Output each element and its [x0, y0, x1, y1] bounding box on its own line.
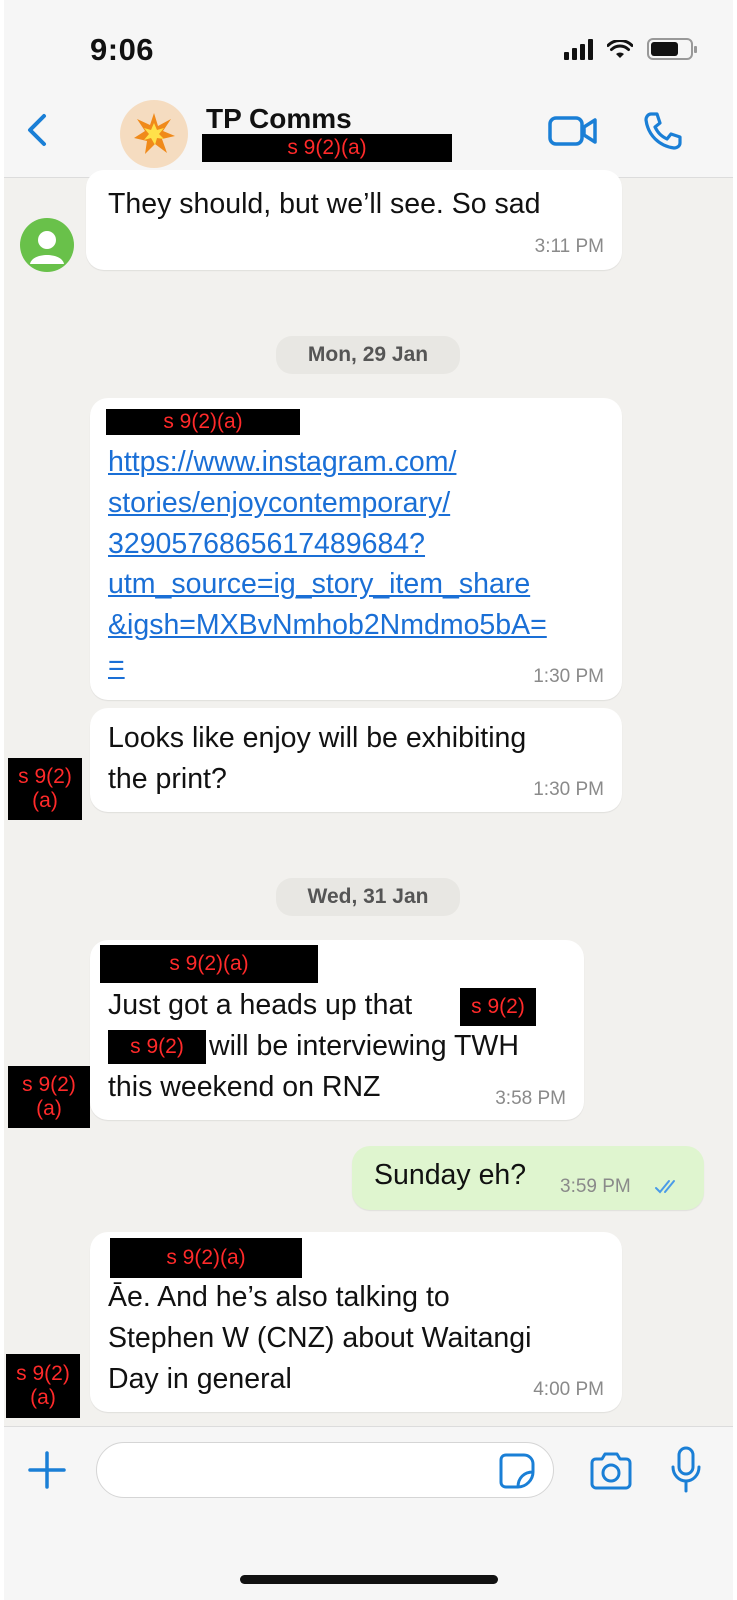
- message-bubble[interactable]: s 9(2)(a) https://www.instagram.com/ sto…: [90, 398, 622, 700]
- plus-icon[interactable]: [26, 1449, 68, 1491]
- message-bubble[interactable]: They should, but we’ll see. So sad 3:11 …: [86, 170, 622, 270]
- phone-icon[interactable]: [642, 110, 684, 152]
- link-line[interactable]: https://www.instagram.com/: [108, 442, 547, 483]
- message-line: Stephen W (CNZ) about Waitangi: [108, 1322, 532, 1354]
- wifi-icon: [607, 40, 633, 58]
- chat-header: 9:06 TP Comms s 9(2)(a): [4, 0, 733, 178]
- redaction-block: s 9(2)(a): [202, 134, 452, 162]
- redaction-line: (a): [36, 1097, 62, 1120]
- sender-avatar[interactable]: [20, 218, 74, 272]
- link-line[interactable]: =: [108, 646, 547, 687]
- message-text: Āe. And he’s also talking to Stephen W (…: [108, 1277, 531, 1400]
- group-avatar[interactable]: [120, 100, 188, 168]
- message-bubble[interactable]: s 9(2)(a) Āe. And he’s also talking to S…: [90, 1232, 622, 1412]
- redaction-block: s 9(2)(a): [110, 1238, 302, 1278]
- message-bubble[interactable]: Looks like enjoy will be exhibiting the …: [90, 708, 622, 812]
- sender-redaction: s 9(2) (a): [8, 758, 82, 820]
- sender-redaction: s 9(2) (a): [8, 1066, 90, 1128]
- redaction-block: s 9(2)(a): [106, 409, 300, 435]
- sender-redaction: s 9(2) (a): [6, 1354, 80, 1418]
- link-line[interactable]: &igsh=MXBvNmhob2Nmdmo5bA=: [108, 605, 547, 646]
- video-camera-icon[interactable]: [548, 114, 598, 148]
- message-bubble[interactable]: s 9(2)(a) Just got a heads up that s 9(2…: [90, 940, 584, 1120]
- microphone-icon[interactable]: [668, 1445, 704, 1495]
- composer-bar: [4, 1426, 733, 1600]
- message-time: 1:30 PM: [533, 666, 604, 687]
- message-time: 3:11 PM: [534, 236, 604, 257]
- status-time: 9:06: [90, 32, 155, 67]
- signal-icon: [564, 38, 593, 60]
- message-time: 3:59 PM: [560, 1176, 631, 1197]
- chat-title[interactable]: TP Comms: [206, 103, 352, 135]
- redaction-block: s 9(2): [108, 1030, 206, 1064]
- message-time: 3:58 PM: [495, 1088, 566, 1109]
- date-separator: Mon, 29 Jan: [276, 336, 460, 374]
- read-receipt-icon: [655, 1180, 675, 1194]
- redaction-block: s 9(2): [460, 988, 536, 1026]
- message-time: 4:00 PM: [533, 1379, 604, 1400]
- message-line: Just got a heads up that: [108, 989, 413, 1021]
- message-line: Āe. And he’s also talking to: [108, 1281, 450, 1313]
- message-time: 1:30 PM: [533, 779, 604, 800]
- link-line[interactable]: stories/enjoycontemporary/: [108, 483, 547, 524]
- message-link[interactable]: https://www.instagram.com/ stories/enjoy…: [108, 442, 547, 687]
- message-text: Looks like enjoy will be exhibiting the …: [108, 718, 526, 800]
- camera-icon[interactable]: [588, 1451, 634, 1491]
- message-line: Looks like enjoy will be exhibiting: [108, 722, 527, 754]
- message-line: this weekend on RNZ: [108, 1071, 381, 1103]
- message-line: Day in general: [108, 1363, 292, 1395]
- redaction-line: (a): [30, 1386, 56, 1409]
- link-line[interactable]: utm_source=ig_story_item_share: [108, 564, 547, 605]
- redaction-block: s 9(2)(a): [100, 945, 318, 983]
- message-input[interactable]: [96, 1442, 554, 1498]
- message-line: the print?: [108, 763, 227, 795]
- message-line: will be interviewing TWH: [209, 1030, 519, 1062]
- date-separator: Wed, 31 Jan: [276, 878, 460, 916]
- outgoing-message-bubble[interactable]: Sunday eh? 3:59 PM: [352, 1146, 704, 1210]
- link-line[interactable]: 3290576865617489684?: [108, 524, 547, 565]
- person-icon: [30, 231, 64, 264]
- redaction-line: s 9(2): [18, 764, 72, 788]
- explosion-icon: [134, 113, 175, 154]
- message-text: Sunday eh?: [374, 1159, 527, 1191]
- message-text: They should, but we’ll see. So sad: [108, 188, 541, 220]
- sticker-icon[interactable]: [498, 1452, 536, 1490]
- battery-icon: [647, 38, 697, 60]
- home-indicator[interactable]: [240, 1575, 498, 1584]
- redaction-line: s 9(2): [22, 1072, 76, 1096]
- redaction-line: s 9(2): [16, 1361, 70, 1385]
- redaction-line: (a): [32, 789, 58, 812]
- chevron-left-icon[interactable]: [18, 110, 58, 150]
- chat-screen: 9:06 TP Comms s 9(2)(a) They should, but…: [4, 0, 733, 1600]
- status-icons: [564, 38, 697, 60]
